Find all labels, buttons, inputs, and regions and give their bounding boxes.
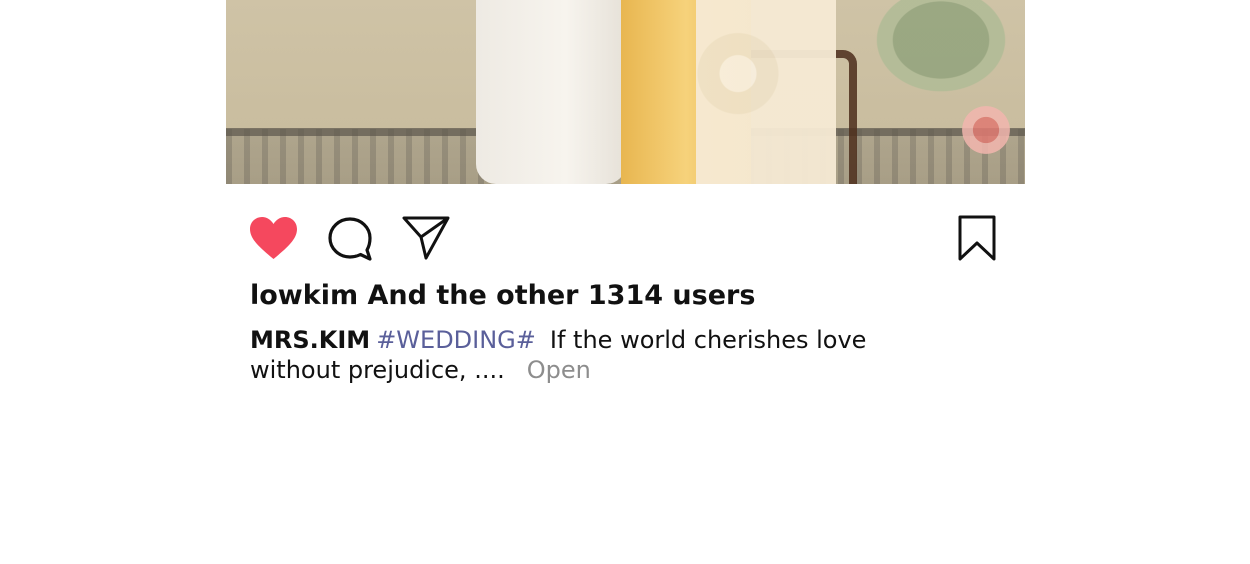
send-paper-plane-icon[interactable]	[402, 215, 450, 261]
post-image[interactable]	[226, 0, 1025, 184]
caption-username[interactable]: MRS.KIM	[250, 326, 370, 354]
heart-filled-icon[interactable]	[249, 216, 298, 260]
likes-summary[interactable]: lowkim And the other 1314 users	[250, 280, 755, 311]
caption-hashtag[interactable]: #WEDDING#	[376, 326, 536, 354]
image-bride-lace	[696, 0, 836, 184]
image-lotus-painting	[866, 0, 1016, 100]
image-flower	[951, 105, 1021, 155]
image-groom	[476, 0, 626, 184]
bookmark-icon[interactable]	[958, 215, 996, 262]
caption-open-link[interactable]: Open	[527, 356, 591, 384]
post-caption: MRS.KIM #WEDDING# If the world cherishes l…	[250, 325, 950, 385]
comment-bubble-icon[interactable]	[327, 216, 373, 262]
